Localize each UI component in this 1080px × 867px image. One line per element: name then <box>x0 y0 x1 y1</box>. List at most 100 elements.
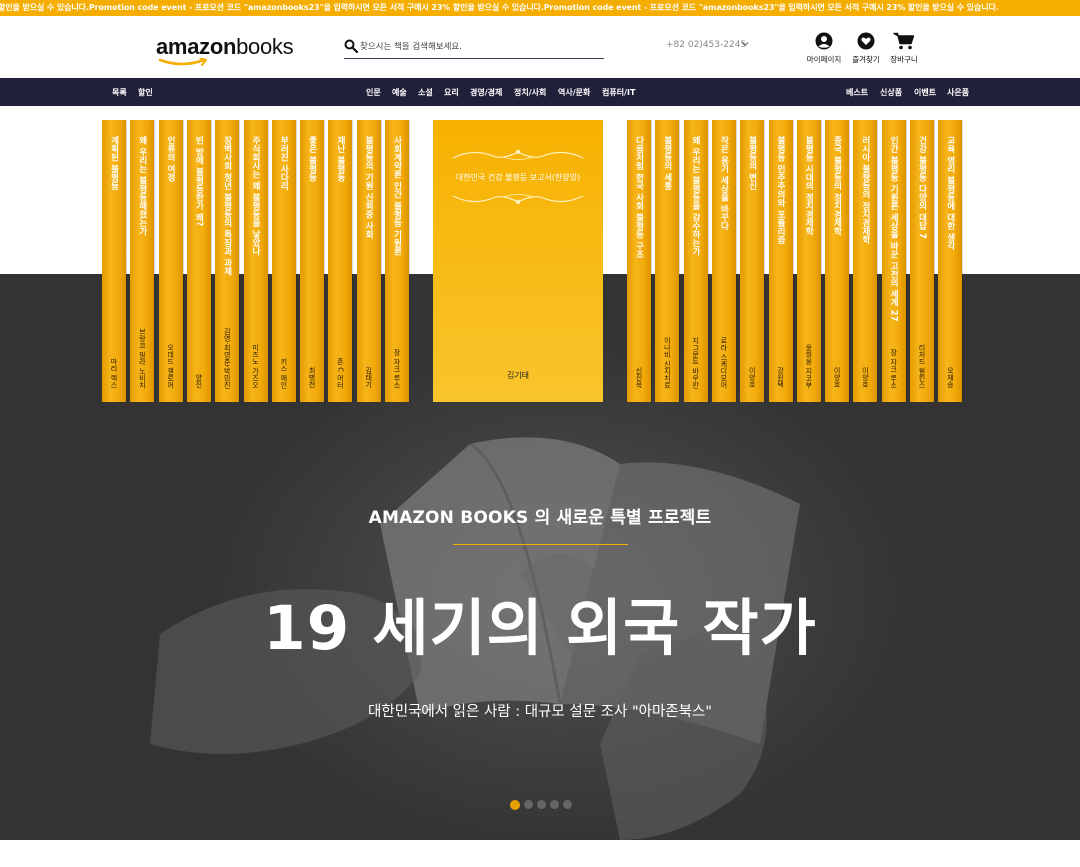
favorites-button[interactable]: 즐겨찾기 <box>846 32 886 65</box>
chevron-down-icon[interactable] <box>740 39 750 49</box>
featured-book-cover[interactable]: 대한민국 건강 불평등 보고서(한양양) 김기태 <box>433 120 603 402</box>
book-spine-author: 마리 렉스 <box>110 357 118 388</box>
phone-number[interactable]: +82 02)453-2245 <box>666 40 746 50</box>
favorites-label: 즐겨찾기 <box>852 55 880 64</box>
book-spine-author: 이양호 <box>861 367 870 388</box>
book-spine[interactable]: 교육 영리 불평등에 대한 생각 오재승 <box>938 120 963 402</box>
book-spine-author: 강원택 <box>776 367 785 388</box>
mypage-label: 마이페이지 <box>806 55 842 64</box>
nav-item-discount[interactable]: 할인 <box>138 87 153 98</box>
book-spine[interactable]: 불평등 시대의 정치경제학윤희웅 지코부 <box>796 120 821 402</box>
nav-item-humanities[interactable]: 인문 <box>366 87 381 98</box>
book-spine[interactable]: 부러진 사다리 키스 페인 <box>271 120 296 402</box>
cart-icon <box>893 32 915 50</box>
book-spine[interactable]: 불평등 민주주의와 포퓰리즘강원택 <box>768 120 793 402</box>
book-spine-author: 장 자크 루소 <box>889 348 898 388</box>
page-root: 할인을 받으실 수 있습니다.Promotion code event - 프로… <box>0 0 1080 867</box>
book-spine-author: 지그문트 바우만 <box>691 336 700 388</box>
book-spine-title: 빈 방에 불평등한가 왜? <box>193 136 204 227</box>
nav-item-gift[interactable]: 사은품 <box>947 87 969 98</box>
book-spine[interactable]: 건강 불평등 다양의 대답 7 리처드 윌킨스 <box>910 120 934 402</box>
book-spine[interactable]: 왜 우리는 불평등해졌는가 브랑코 밀라 노비치 <box>130 120 155 402</box>
nav-item-new[interactable]: 신상품 <box>880 87 902 98</box>
book-spine-author: 미즈노 가즈오 <box>251 343 260 388</box>
ornament-bottom-icon <box>452 194 584 205</box>
book-spine-author: 리처드 윌킨스 <box>918 343 926 388</box>
logo-amazon: amazon <box>156 34 237 59</box>
book-spine-author: 로라 스케디모어 <box>719 336 728 388</box>
nav-item-best[interactable]: 베스트 <box>846 87 868 98</box>
book-spine[interactable]: 왜 우리는 불평등을 감수하는가지그문트 바우만 <box>683 120 708 402</box>
nav-item-history[interactable]: 역사/문화 <box>558 87 590 98</box>
category-nav: 목록 할인 인문 예술 소설 요리 경영/경제 정치/사회 역사/문화 컴퓨터/… <box>0 78 1080 106</box>
carousel-dot-5[interactable] <box>563 800 572 809</box>
nav-item-event[interactable]: 이벤트 <box>914 87 936 98</box>
nav-item-computer[interactable]: 컴퓨터/IT <box>602 87 635 98</box>
book-spine[interactable]: 인간 불평등 기원론 세상을 바꾼 고전의 세계 27 장 자크 루소 <box>881 120 906 402</box>
book-spine-title: 좋은 불평등 <box>307 136 318 182</box>
hero-caption: 대한민국에서 읽은 사람 : 대규모 설문 조사 "아마존북스" <box>368 704 712 720</box>
book-spine[interactable]: 작은 용기 세상을 바꾸다로라 스케디모어 <box>711 120 736 402</box>
hero-title: 19 세기의 외국 작가 <box>263 593 817 664</box>
heart-icon <box>857 32 875 50</box>
book-spine-title: 불평등 시대의 정치경제학 <box>803 136 814 236</box>
book-spine-title: 교육 영리 불평등에 대한 생각 <box>945 136 956 250</box>
book-spine-title: 작은 용기 세상을 바꾸다 <box>718 136 729 230</box>
book-spine[interactable]: 러시아 불평등의 정치경제학이양호 <box>853 120 878 402</box>
book-spine[interactable]: 좋은 불평등 최병천 <box>300 120 325 402</box>
book-spine-title: 불평등 민주주의와 포퓰리즘 <box>775 136 786 244</box>
carousel-dot-2[interactable] <box>524 800 533 809</box>
book-spine-title: 건강 불평등 다양의 대답 7 <box>917 136 927 239</box>
mypage-button[interactable]: 마이페이지 <box>804 32 844 65</box>
search-input[interactable] <box>360 38 600 56</box>
book-spine[interactable]: 장벽사회 청년 불평등의 특징과 과제 김영·최영준·박민진 <box>215 120 240 402</box>
book-spine-author: 이양호 <box>748 367 757 388</box>
book-spine-title: 부러진 사다리 <box>278 136 289 190</box>
book-spine-title: 계획된 불평등 <box>109 136 119 190</box>
nav-item-business[interactable]: 경영/경제 <box>470 87 502 98</box>
ornament-top-icon <box>452 149 584 160</box>
book-spine-author: 이나비 신지치료 <box>663 336 672 388</box>
nav-item-list[interactable]: 목록 <box>112 87 127 98</box>
book-spine-author: 양진 <box>194 374 203 388</box>
cart-button[interactable]: 장바구니 <box>884 32 924 65</box>
book-spine-author: 오데드 갤로어 <box>166 343 175 388</box>
book-spine-title: 사회계약론 인간 불평등 기원론 <box>392 136 402 256</box>
book-spine[interactable]: 빈 방에 불평등한가 왜? 양진 <box>186 120 211 402</box>
book-spine-title: 불평등의 세통 <box>662 136 673 190</box>
nav-item-novel[interactable]: 소설 <box>418 87 433 98</box>
carousel-dot-3[interactable] <box>537 800 546 809</box>
nav-item-art[interactable]: 예술 <box>392 87 407 98</box>
amazon-books-logo[interactable]: amazonbooks <box>156 34 296 70</box>
book-spine[interactable]: 불평등의 변신 이양호 <box>740 120 765 402</box>
book-spine-title: 다음처럼 한국 사회 불평등 구조 <box>634 136 644 259</box>
carousel-dot-1[interactable] <box>510 799 520 810</box>
nav-item-politics[interactable]: 정치/사회 <box>514 87 546 98</box>
book-spine-title: 주식회사는 왜 불평등을 낳았나 <box>250 136 261 256</box>
book-spine[interactable]: 사회계약론 인간 불평등 기원론 장 자크 루소 <box>385 120 409 402</box>
nav-item-cooking[interactable]: 요리 <box>444 87 459 98</box>
book-spine[interactable]: 불평등의 세통이나비 신지치료 <box>655 120 680 402</box>
book-spine[interactable]: 계획된 불평등마리 렉스 <box>102 120 126 402</box>
book-spine-author: 브랑코 밀라 노비치 <box>138 327 147 388</box>
book-spine-title: 왜 우리는 불평등을 감수하는가 <box>690 136 701 256</box>
book-spine[interactable]: 불평등의 기원 신뢰중 사회 김태기 <box>356 120 381 402</box>
book-spine-title: 러시아 불평등의 정치경제학 <box>860 136 871 244</box>
logo-smile-icon <box>158 58 207 66</box>
book-spine[interactable]: 주식회사는 왜 불평등을 낳았나미즈노 가즈오 <box>243 120 268 402</box>
book-spine[interactable]: 인류의 여정오데드 갤로어 <box>158 120 183 402</box>
book-spine-author: 김태기 <box>364 367 373 388</box>
cart-label: 장바구니 <box>890 55 918 64</box>
book-spine[interactable]: 다음처럼 한국 사회 불평등 구조 신진욱 <box>627 120 651 402</box>
carousel-dot-4[interactable] <box>550 800 559 809</box>
promo-text: 할인을 받으실 수 있습니다.Promotion code event - 프로… <box>0 3 999 12</box>
book-spine-author: 윤희웅 지코부 <box>804 343 813 388</box>
book-spine[interactable]: 중국 불평등의 정치경제학 이양호 <box>825 120 850 402</box>
book-spine-title: 인류의 여정 <box>165 136 176 182</box>
site-header: amazonbooks +82 02)453-2245 마이페이지 <box>0 16 1080 78</box>
search-icon[interactable] <box>344 39 358 53</box>
book-spine[interactable]: 재난 불평등 존 C 머터 <box>328 120 353 402</box>
book-spine-title: 재난 불평등 <box>335 136 346 182</box>
promo-banner[interactable]: 할인을 받으실 수 있습니다.Promotion code event - 프로… <box>0 0 1080 16</box>
page-bottom-strip <box>0 840 1080 867</box>
